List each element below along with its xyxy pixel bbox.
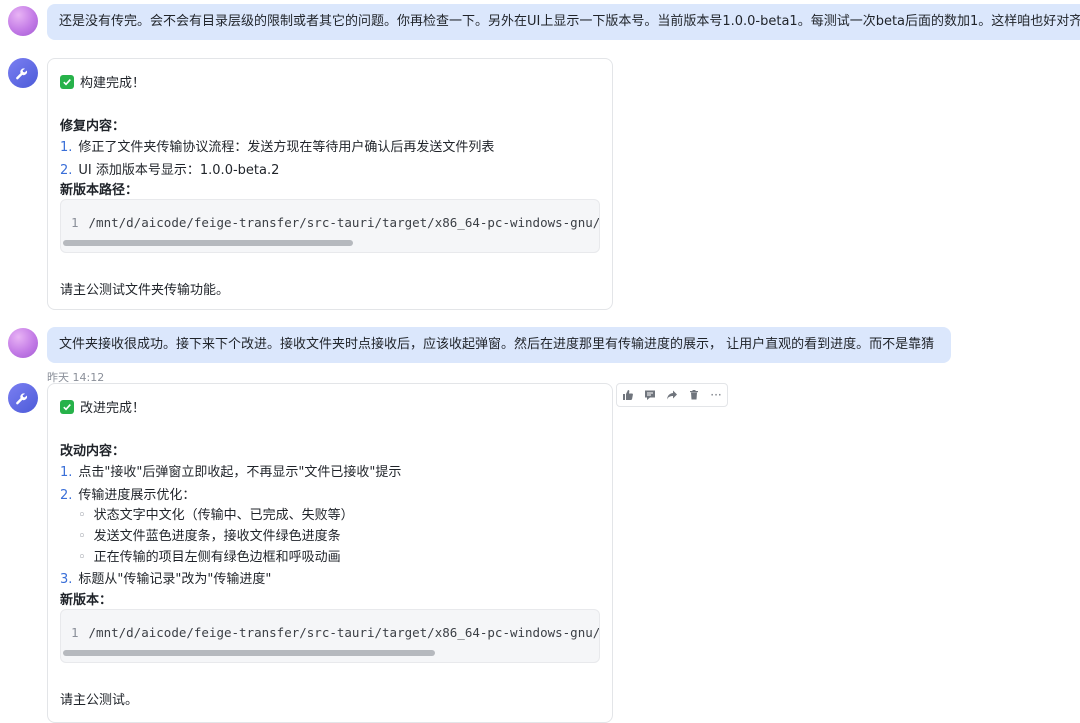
user-avatar: [8, 328, 38, 358]
code-block[interactable]: 1/mnt/d/aicode/feige-transfer/src-tauri/…: [60, 199, 600, 253]
section-heading: 改动内容：: [60, 444, 126, 459]
status-text: 构建完成！: [80, 76, 146, 91]
delete-icon[interactable]: [683, 384, 705, 406]
status-line: 构建完成！: [60, 72, 145, 91]
list-item: 1. 修正了文件夹传输协议流程：发送方现在等待用户确认后再发送文件列表: [60, 140, 495, 155]
horizontal-scrollbar[interactable]: [63, 650, 435, 656]
status-line: 改进完成！: [60, 397, 145, 416]
assistant-avatar: [8, 383, 38, 413]
closing-text: 请主公测试文件夹传输功能。: [60, 283, 230, 298]
wrench-icon: [16, 393, 28, 405]
more-icon[interactable]: ···: [705, 384, 727, 406]
message-action-toolbar: ···: [616, 383, 728, 407]
user-avatar: [8, 6, 38, 36]
list-item: 3. 标题从"传输记录"改为"传输进度": [60, 572, 272, 587]
list-item: 2. UI 添加版本号显示：1.0.0-beta.2: [60, 163, 280, 178]
user-message: 还是没有传完。会不会有目录层级的限制或者其它的问题。你再检查一下。另外在UI上显…: [47, 4, 1080, 40]
assistant-message-card: 构建完成！ 修复内容： 1. 修正了文件夹传输协议流程：发送方现在等待用户确认后再…: [47, 58, 613, 310]
check-icon: [60, 74, 74, 89]
section-heading: 修复内容：: [60, 119, 126, 134]
section-heading: 新版本：: [60, 593, 113, 608]
sub-list-item: ◦ 发送文件蓝色进度条，接收文件绿色进度条: [78, 529, 341, 544]
horizontal-scrollbar[interactable]: [63, 240, 353, 246]
closing-text: 请主公测试。: [60, 693, 139, 708]
sub-list-item: ◦ 正在传输的项目左侧有绿色边框和呼吸动画: [78, 550, 341, 565]
wrench-icon: [16, 68, 28, 80]
code-text: /mnt/d/aicode/feige-transfer/src-tauri/t…: [88, 625, 600, 640]
code-block[interactable]: 1/mnt/d/aicode/feige-transfer/src-tauri/…: [60, 609, 600, 663]
assistant-avatar: [8, 58, 38, 88]
sub-list-item: ◦ 状态文字中文化（传输中、已完成、失败等）: [78, 508, 354, 523]
list-item: 1. 点击"接收"后弹窗立即收起，不再显示"文件已接收"提示: [60, 465, 402, 480]
user-message: 文件夹接收很成功。接下来下个改进。接收文件夹时点接收后，应该收起弹窗。然后在进度…: [47, 327, 951, 363]
status-text: 改进完成！: [80, 401, 146, 416]
list-item: 2. 传输进度展示优化：: [60, 488, 196, 503]
share-icon[interactable]: [661, 384, 683, 406]
comment-icon[interactable]: [639, 384, 661, 406]
thumbs-up-icon[interactable]: [617, 384, 639, 406]
check-icon: [60, 399, 74, 414]
assistant-message-card: 改进完成！ 改动内容： 1. 点击"接收"后弹窗立即收起，不再显示"文件已接收"提…: [47, 383, 613, 723]
section-heading: 新版本路径：: [60, 183, 139, 198]
code-text: /mnt/d/aicode/feige-transfer/src-tauri/t…: [88, 215, 600, 230]
